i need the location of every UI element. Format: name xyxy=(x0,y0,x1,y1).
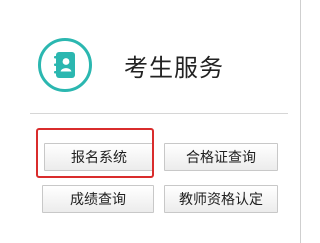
exam-services-panel: 考生服务 报名系统 合格证查询 成绩查询 教师资格认定 xyxy=(0,0,320,243)
contact-book-icon xyxy=(38,38,92,92)
register-highlight-box xyxy=(36,128,154,178)
page-title: 考生服务 xyxy=(124,54,224,82)
header-divider xyxy=(30,113,288,114)
contact-book-glyph xyxy=(54,52,75,78)
score-query-button[interactable]: 成绩查询 xyxy=(42,185,154,213)
teacher-qualification-button[interactable]: 教师资格认定 xyxy=(164,185,278,213)
panel-right-border xyxy=(300,0,301,243)
certificate-query-button[interactable]: 合格证查询 xyxy=(164,143,278,171)
